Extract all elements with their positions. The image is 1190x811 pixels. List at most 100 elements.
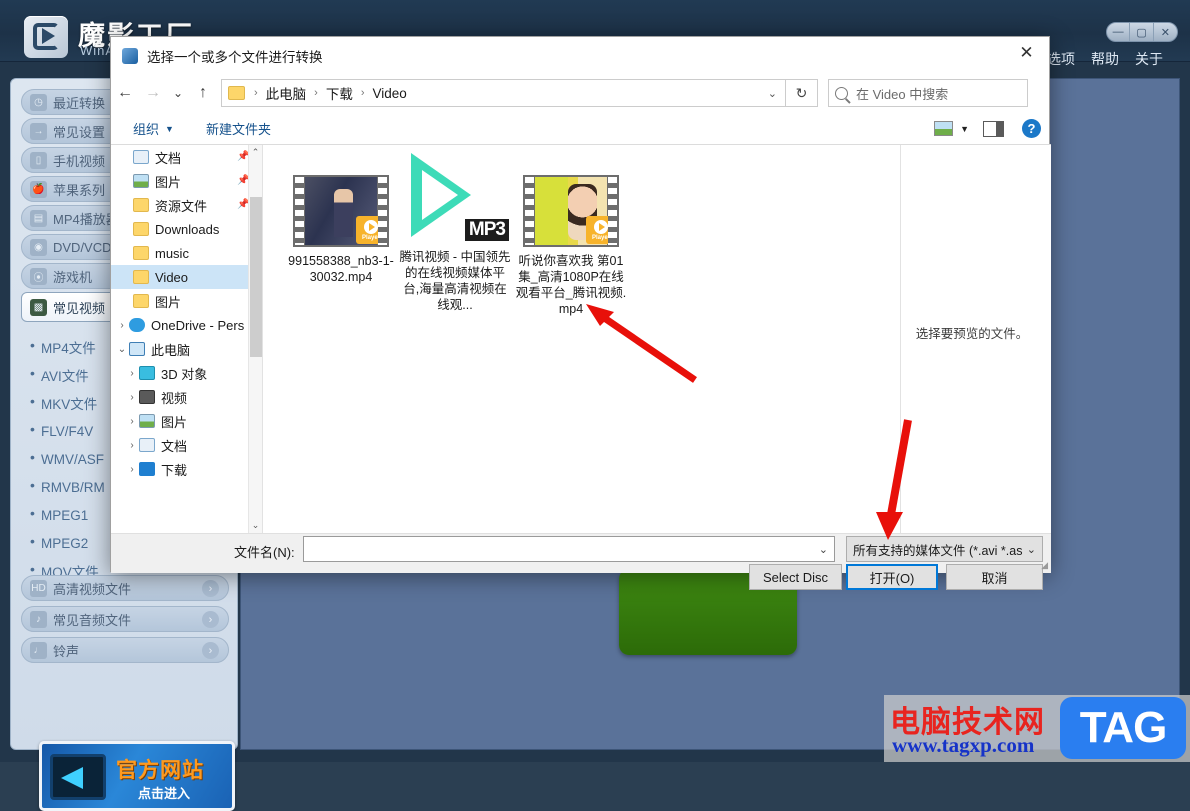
phone-icon: ▯ [30,151,47,169]
sidebar-item-label: 常见音频文件 [53,612,132,628]
tree-item-documents-pc[interactable]: › 文档 [111,433,262,457]
new-folder-button[interactable]: 新建文件夹 [196,113,281,144]
sidebar-item-label: 手机视频 [53,153,106,169]
mp4-player-icon: ▤ [30,209,47,227]
organize-button[interactable]: 组织 ▼ [123,113,184,144]
tree-item-label: 下载 [161,462,188,478]
chevron-right-icon[interactable]: › [125,416,139,427]
tree-item-onedrive[interactable]: › OneDrive - Pers [111,313,262,337]
chevron-right-icon[interactable]: › [115,320,129,331]
preview-placeholder-text: 选择要预览的文件。 [915,327,1029,341]
tree-scrollbar[interactable]: ⌃ ⌄ [248,145,262,533]
chevron-right-icon[interactable]: › [125,464,139,475]
chevron-down-icon[interactable]: ⌄ [768,87,779,100]
tree-item-pictures-pc[interactable]: › 图片 [111,409,262,433]
open-button[interactable]: 打开(O) [846,564,938,590]
maximize-button[interactable]: ▢ [1130,23,1154,41]
preview-pane-icon[interactable] [983,120,1004,137]
tree-item-pictures-quick[interactable]: 图片 📌 [111,169,262,193]
sidebar-item-label: 苹果系列 [53,182,106,198]
chevron-right-icon[interactable]: › [125,440,139,451]
tree-item-documents-quick[interactable]: 文档 📌 [111,145,262,169]
search-input[interactable]: 在 Video 中搜索 [828,79,1028,107]
sidebar-item-audio[interactable]: ♪ 常见音频文件 › [21,606,229,632]
tree-item-this-pc[interactable]: ⌄ 此电脑 [111,337,262,361]
select-disc-button[interactable]: Select Disc [749,564,842,590]
scroll-up-icon[interactable]: ⌃ [249,145,262,160]
arrow-right-icon: → [30,122,47,140]
folder-icon [133,198,149,212]
menu-item-about[interactable]: 关于 [1135,49,1163,69]
help-icon[interactable]: ? [1022,119,1041,138]
hd-icon: HD [30,579,47,597]
chevron-right-icon[interactable]: › [125,392,139,403]
file-type-select[interactable]: 所有支持的媒体文件 (*.avi *.as ⌄ [846,536,1043,562]
breadcrumb-item-this-pc[interactable]: 此电脑 [263,83,310,103]
sidebar-item-hd-video[interactable]: HD 高清视频文件 › [21,575,229,601]
sidebar-item-label: 最近转换 [53,95,106,111]
banner-subtitle: 点击进入 [138,786,191,801]
chevron-down-icon[interactable]: ⌄ [819,543,828,556]
folder-icon [133,294,149,308]
chevron-down-icon[interactable]: ▼ [960,124,969,134]
dialog-app-icon [122,48,138,64]
file-item[interactable]: MP3 腾讯视频 - 中国领先的在线视频媒体平台,海量高清视频在线观... [395,153,515,313]
chevron-down-icon[interactable]: ⌄ [115,344,129,355]
up-button[interactable]: ↑ [189,78,217,108]
clock-icon: ◷ [30,93,47,111]
tree-item-videos[interactable]: › 视频 [111,385,262,409]
tree-item-resource-files[interactable]: 资源文件 📌 [111,193,262,217]
sidebar-item-label: MP4播放器 [53,211,119,227]
breadcrumb-separator: › [360,87,365,99]
tree-item-music[interactable]: music [111,241,262,265]
scrollbar-thumb[interactable] [250,197,262,357]
resize-grip-icon[interactable]: ◢ [1041,560,1048,571]
file-name-label: 腾讯视频 - 中国领先的在线视频媒体平台,海量高清视频在线观... [399,250,511,312]
sidebar-item-label: 常见设置 [53,124,106,140]
sidebar-item-ringtone[interactable]: ♩ 铃声 › [21,637,229,663]
tree-item-downloads-pc[interactable]: › 下载 [111,457,262,481]
pin-icon: 📌 [237,175,250,186]
app-logo-icon [24,16,68,58]
menu-item-help[interactable]: 帮助 [1091,49,1119,69]
tree-item-downloads-folder[interactable]: Downloads [111,217,262,241]
breadcrumb[interactable]: › 此电脑 › 下载 › Video ⌄ [221,79,786,107]
forward-button[interactable]: → [139,78,167,108]
file-list-view[interactable]: Player 991558388_nb3-1-30032.mp4 MP3 腾讯视… [263,145,901,533]
tree-item-video[interactable]: Video [111,265,262,289]
close-button[interactable]: ✕ [1154,23,1177,41]
dialog-title: 选择一个或多个文件进行转换 [147,50,323,65]
tree-item-label: 文档 [161,438,188,454]
3d-object-icon [139,366,155,380]
minimize-button[interactable]: — [1107,23,1131,41]
change-view-icon[interactable] [934,121,954,136]
scroll-down-icon[interactable]: ⌄ [249,518,262,533]
breadcrumb-item-video[interactable]: Video [370,86,410,101]
bell-icon: ♩ [30,641,47,659]
mp3-shortcut-icon: MP3 [405,153,509,245]
cancel-button[interactable]: 取消 [946,564,1043,590]
sidebar-item-label: 高清视频文件 [53,581,132,597]
recent-locations-button[interactable]: ⌄ [167,78,189,108]
breadcrumb-item-downloads[interactable]: 下载 [323,83,356,103]
tree-item-pictures-folder[interactable]: 图片 [111,289,262,313]
tree-item-label: Video [155,269,189,285]
chevron-right-icon[interactable]: › [125,368,139,379]
back-button[interactable]: ← [111,78,139,108]
gamepad-icon: ⦿ [30,267,47,285]
filename-input[interactable]: ⌄ [303,536,835,562]
film-icon: ▩ [30,298,47,316]
tree-item-label: 资源文件 [155,198,208,214]
menu-item-options[interactable]: 选项 [1047,49,1075,69]
organize-label: 组织 [133,122,160,137]
folder-icon [133,246,149,260]
breadcrumb-separator: › [254,87,258,99]
folder-icon [133,222,149,236]
tree-item-3d-objects[interactable]: › 3D 对象 [111,361,262,385]
official-website-banner[interactable]: 官方网站 点击进入 [39,741,235,811]
toolbar-right-group: ▼ ? [934,119,1051,138]
close-icon[interactable]: ✕ [1004,37,1049,69]
refresh-button[interactable]: ↻ [786,79,818,107]
file-item[interactable]: Player 991558388_nb3-1-30032.mp4 [281,175,401,285]
file-item[interactable]: Player 听说你喜欢我 第01集_高清1080P在线观看平台_腾讯视频.mp… [511,175,631,317]
